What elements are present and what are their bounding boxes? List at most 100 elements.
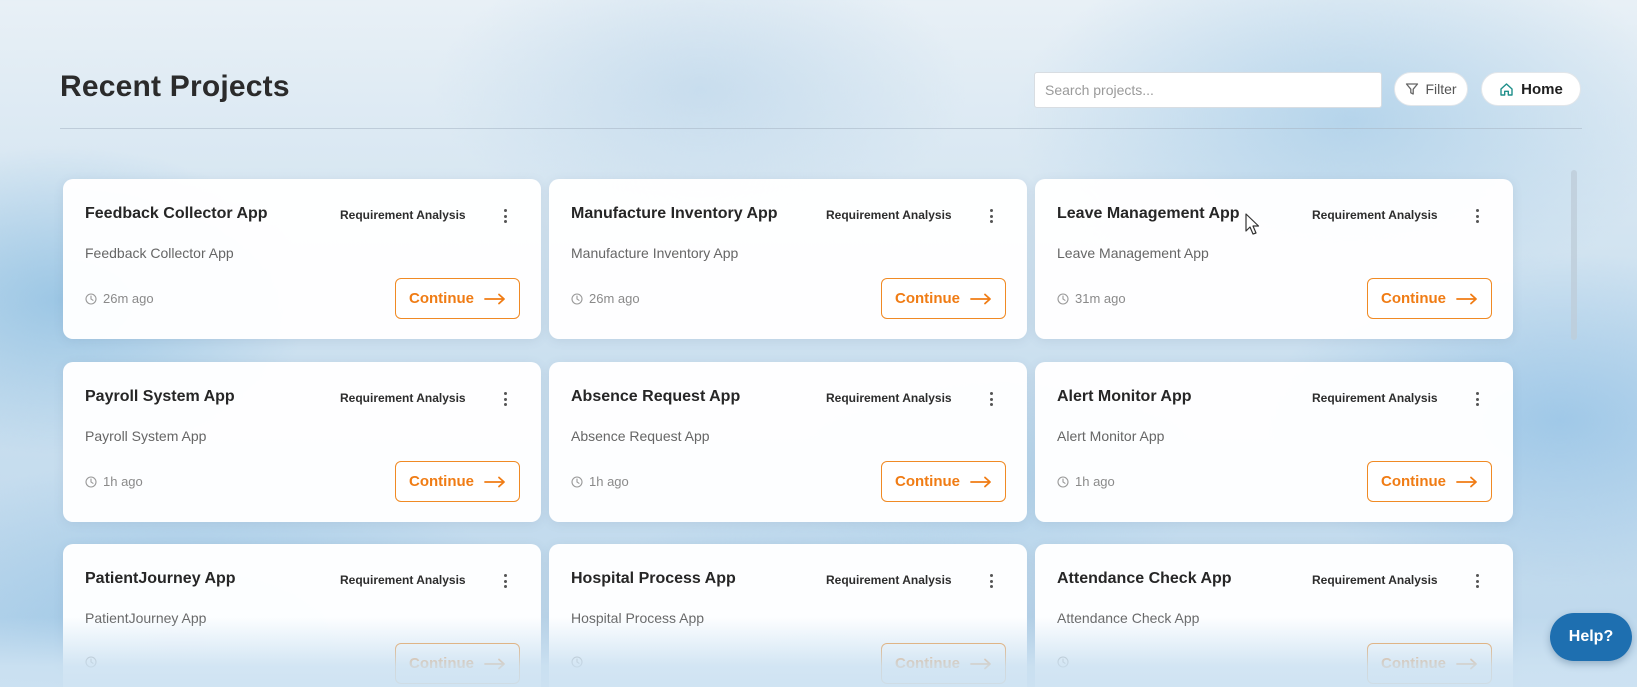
project-title[interactable]: Attendance Check App [1057,570,1232,588]
mouse-cursor-icon [1245,213,1260,235]
project-description: Payroll System App [85,428,207,444]
project-time-label: 31m ago [1075,291,1126,306]
project-stage-badge: Requirement Analysis [826,573,952,587]
clock-icon [1057,656,1069,668]
project-stage-badge: Requirement Analysis [340,573,466,587]
clock-icon [571,475,583,488]
continue-label: Continue [895,473,960,490]
clock-icon [1057,475,1069,488]
project-stage-badge: Requirement Analysis [826,208,952,222]
continue-label: Continue [409,290,474,307]
arrow-right-icon [1456,293,1477,304]
filter-button[interactable]: Filter [1394,72,1468,106]
continue-button[interactable]: Continue [1367,278,1492,319]
project-description: Leave Management App [1057,245,1209,261]
continue-label: Continue [895,290,960,307]
continue-button[interactable]: Continue [1367,643,1492,684]
project-stage-badge: Requirement Analysis [1312,573,1438,587]
clock-icon [85,475,97,488]
more-vertical-icon[interactable] [983,207,999,225]
more-vertical-icon[interactable] [497,390,513,408]
project-title[interactable]: Hospital Process App [571,570,736,588]
project-title[interactable]: Alert Monitor App [1057,388,1192,406]
clock-icon [571,292,583,305]
continue-label: Continue [1381,473,1446,490]
project-description: Manufacture Inventory App [571,245,739,261]
project-time: 31m ago [1057,291,1126,306]
more-vertical-icon[interactable] [497,572,513,590]
project-description: Absence Request App [571,428,710,444]
project-time-label: 1h ago [1075,474,1115,489]
home-button[interactable]: Home [1481,72,1581,106]
clock-icon [85,292,97,305]
more-vertical-icon[interactable] [1469,572,1485,590]
arrow-right-icon [1456,476,1477,487]
more-vertical-icon[interactable] [1469,207,1485,225]
continue-label: Continue [409,655,474,672]
project-stage-badge: Requirement Analysis [1312,391,1438,405]
search-input[interactable] [1034,72,1382,108]
project-title[interactable]: PatientJourney App [85,570,236,588]
continue-button[interactable]: Continue [881,461,1006,502]
project-card[interactable]: Manufacture Inventory App Requirement Ana… [549,179,1027,339]
continue-label: Continue [409,473,474,490]
page-header: Recent Projects Filter Home [60,66,1582,116]
project-time: 26m ago [85,291,154,306]
help-button[interactable]: Help? [1550,613,1632,661]
project-time: 26m ago [571,291,640,306]
project-card[interactable]: Attendance Check App Requirement Analysis… [1035,544,1513,687]
continue-button[interactable]: Continue [881,278,1006,319]
more-vertical-icon[interactable] [983,572,999,590]
continue-button[interactable]: Continue [1367,461,1492,502]
continue-label: Continue [895,655,960,672]
project-card[interactable]: Feedback Collector App Requirement Analys… [63,179,541,339]
continue-label: Continue [1381,290,1446,307]
project-description: Alert Monitor App [1057,428,1165,444]
arrow-right-icon [970,476,991,487]
project-time [571,656,589,668]
clock-icon [85,656,97,668]
project-title[interactable]: Leave Management App [1057,205,1240,223]
continue-button[interactable]: Continue [881,643,1006,684]
continue-label: Continue [1381,655,1446,672]
project-card[interactable]: Alert Monitor App Requirement Analysis Ale… [1035,362,1513,522]
project-title[interactable]: Manufacture Inventory App [571,205,778,223]
more-vertical-icon[interactable] [497,207,513,225]
project-card[interactable]: PatientJourney App Requirement Analysis Pa… [63,544,541,687]
scrollbar-thumb[interactable] [1571,170,1577,340]
project-card[interactable]: Leave Management App Requirement Analysis… [1035,179,1513,339]
header-divider [60,128,1582,129]
clock-icon [571,656,583,668]
more-vertical-icon[interactable] [1469,390,1485,408]
project-time: 1h ago [1057,474,1115,489]
continue-button[interactable]: Continue [395,278,520,319]
project-card[interactable]: Hospital Process App Requirement Analysis… [549,544,1027,687]
arrow-right-icon [484,658,505,669]
arrow-right-icon [1456,658,1477,669]
clock-icon [1057,292,1069,305]
project-title[interactable]: Absence Request App [571,388,740,406]
project-time-label: 1h ago [103,474,143,489]
project-stage-badge: Requirement Analysis [1312,208,1438,222]
projects-grid: Feedback Collector App Requirement Analys… [63,179,1563,687]
continue-button[interactable]: Continue [395,643,520,684]
project-description: PatientJourney App [85,610,207,626]
project-description: Attendance Check App [1057,610,1200,626]
filter-label: Filter [1425,81,1457,97]
arrow-right-icon [484,476,505,487]
project-time: 1h ago [571,474,629,489]
arrow-right-icon [484,293,505,304]
continue-button[interactable]: Continue [395,461,520,502]
project-time-label: 26m ago [103,291,154,306]
project-card[interactable]: Absence Request App Requirement Analysis A… [549,362,1027,522]
project-title[interactable]: Payroll System App [85,388,235,406]
project-title[interactable]: Feedback Collector App [85,205,268,223]
project-time-label: 26m ago [589,291,640,306]
more-vertical-icon[interactable] [983,390,999,408]
arrow-right-icon [970,658,991,669]
project-stage-badge: Requirement Analysis [340,208,466,222]
project-time: 1h ago [85,474,143,489]
home-icon [1500,82,1513,96]
project-description: Feedback Collector App [85,245,234,261]
project-card[interactable]: Payroll System App Requirement Analysis Pa… [63,362,541,522]
